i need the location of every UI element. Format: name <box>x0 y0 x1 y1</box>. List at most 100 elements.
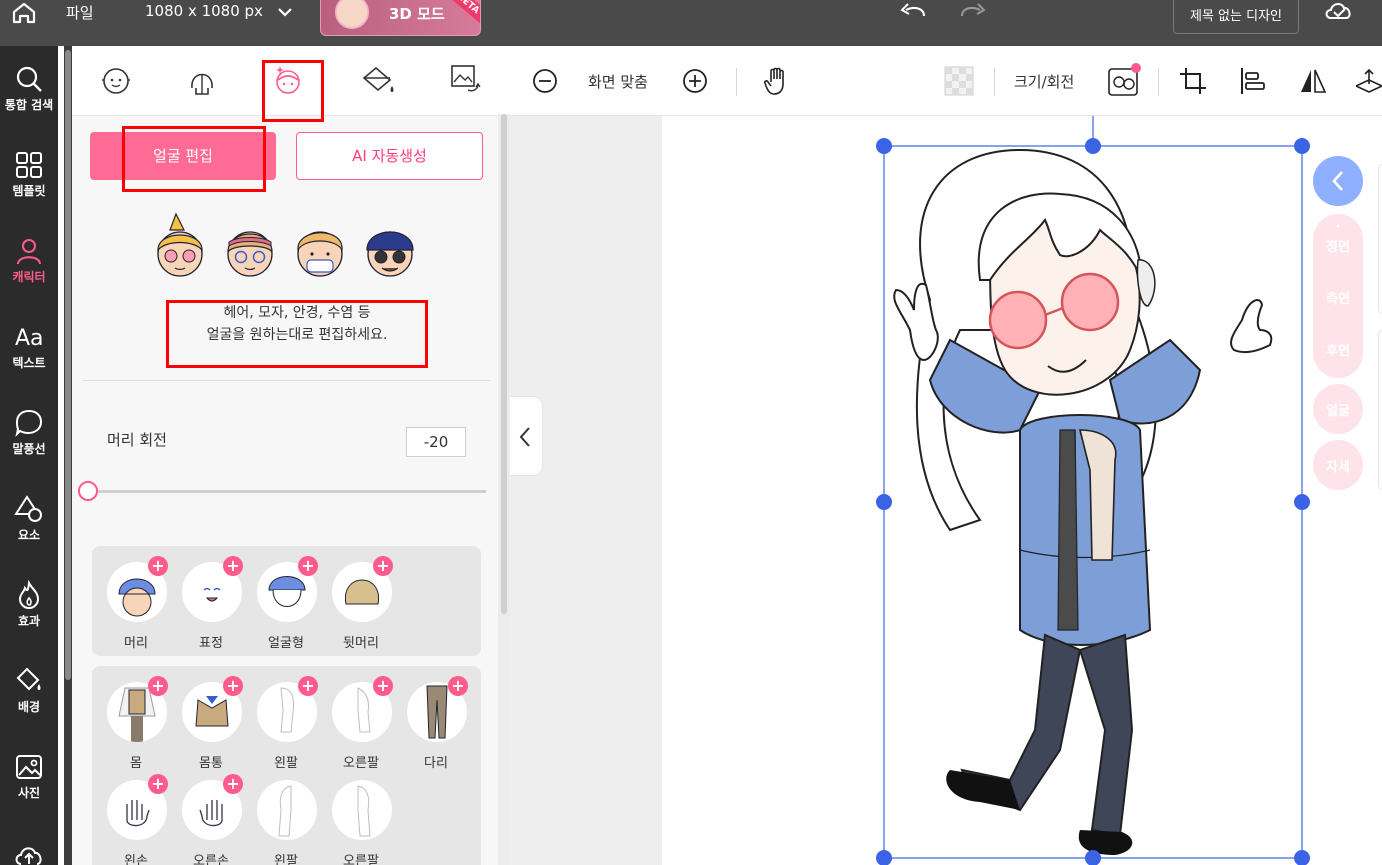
tab-face[interactable] <box>96 60 136 100</box>
part-label: 몸통 <box>199 756 223 771</box>
rail-label: 캐릭터 <box>12 270 46 284</box>
part-left-hand[interactable]: + 왼손 <box>104 774 168 865</box>
ai-generate-button[interactable]: AI 자동생성 <box>296 132 483 180</box>
head-rotation-slider[interactable] <box>88 490 486 493</box>
tab-image-swap[interactable] <box>444 60 484 100</box>
rail-label: 사진 <box>17 786 41 800</box>
part-label: 얼굴형 <box>268 636 304 651</box>
rail-label: 효과 <box>17 614 41 628</box>
grid-icon <box>16 152 42 178</box>
rail-item-text[interactable]: Aa 텍스트 <box>0 322 58 392</box>
head-rotation-slider-handle[interactable] <box>78 481 98 501</box>
upload-cloud-icon[interactable] <box>13 842 45 865</box>
head-rotation-input[interactable]: -20 <box>406 427 466 457</box>
rail-label: 텍스트 <box>12 356 46 370</box>
panel-scrollbar[interactable] <box>498 114 510 865</box>
part-body[interactable]: + 몸 <box>104 676 168 772</box>
document-title-button[interactable]: 제목 없는 디자인 <box>1173 0 1299 34</box>
active-dot: • <box>1335 222 1341 231</box>
add-icon[interactable]: + <box>148 774 168 794</box>
collapse-panel-button[interactable] <box>510 396 543 476</box>
rail-item-effects[interactable]: 효과 <box>0 580 58 650</box>
part-label: 오른팔 <box>343 756 379 771</box>
add-icon[interactable]: + <box>373 676 393 696</box>
character-swap-icon[interactable] <box>1106 62 1142 98</box>
part-right-hand[interactable]: + 오른손 <box>179 774 243 865</box>
face-preset-illustration <box>150 210 420 282</box>
part-face-shape[interactable]: + 얼굴형 <box>254 556 318 652</box>
side-card <box>1378 330 1382 490</box>
rail-item-templates[interactable]: 템플릿 <box>0 150 58 220</box>
add-icon[interactable]: + <box>298 556 318 576</box>
add-icon[interactable]: + <box>448 676 468 696</box>
panel-scrollbar-thumb[interactable] <box>501 114 507 614</box>
add-icon[interactable]: + <box>148 556 168 576</box>
part-hair[interactable]: + 머리 <box>104 556 168 652</box>
flip-horizontal-icon[interactable] <box>1298 66 1328 96</box>
part-expression[interactable]: + 표정 <box>179 556 243 652</box>
rail-item-photo[interactable]: 사진 <box>0 752 58 822</box>
add-icon[interactable]: + <box>223 676 243 696</box>
3d-mode-button[interactable]: 3D 모드 BETA <box>320 0 481 36</box>
tab-hair-back[interactable] <box>182 60 222 100</box>
part-label: 왼팔 <box>274 854 298 865</box>
shapes-icon <box>14 495 42 522</box>
head-parts-group: + 머리 + 표정 + 얼굴형 + 뒷머리 <box>92 546 481 656</box>
chevron-down-icon[interactable] <box>276 4 294 20</box>
redo-icon[interactable] <box>958 0 988 24</box>
view-front-option[interactable]: 정면 <box>1313 236 1363 255</box>
add-icon[interactable]: + <box>223 774 243 794</box>
highlight-box-tab <box>262 60 324 122</box>
part-left-arm[interactable]: + 왼팔 <box>254 676 318 772</box>
part-label: 몸 <box>130 756 142 771</box>
part-label: 왼팔 <box>274 756 298 771</box>
part-label: 다리 <box>424 756 448 771</box>
file-menu[interactable]: 파일 <box>66 2 94 23</box>
part-legs[interactable]: + 다리 <box>404 676 468 772</box>
view-back-option[interactable]: 후면 <box>1313 340 1363 359</box>
rail-label: 말풍선 <box>12 442 46 456</box>
crop-icon[interactable] <box>1178 66 1208 96</box>
transparency-icon[interactable] <box>944 66 974 96</box>
part-back-hair[interactable]: + 뒷머리 <box>329 556 393 652</box>
character-panel: 얼굴 편집 AI 자동생성 헤어, 모자, 안경, 수염 등 얼굴을 원하는대로… <box>72 46 510 865</box>
selection-box[interactable] <box>870 110 1320 865</box>
size-rotate-button[interactable]: 크기/회전 <box>1014 71 1074 92</box>
part-right-arm[interactable]: + 오른팔 <box>329 676 393 772</box>
undo-icon[interactable] <box>898 0 928 24</box>
rail-item-elements[interactable]: 요소 <box>0 494 58 564</box>
rail-item-character[interactable]: 캐릭터 <box>0 236 58 306</box>
rail-item-search[interactable]: 통합 검색 <box>0 64 58 134</box>
zoom-in-icon[interactable] <box>682 68 708 94</box>
align-left-icon[interactable] <box>1238 66 1268 96</box>
canvas-size-menu[interactable]: 1080 x 1080 px <box>145 2 263 20</box>
view-side-option[interactable]: 측면 <box>1313 288 1363 307</box>
zoom-out-icon[interactable] <box>532 68 558 94</box>
rail-scrollbar[interactable] <box>64 46 72 865</box>
left-arm-2-icon <box>278 785 292 837</box>
party-hat-face-icon <box>157 212 203 277</box>
part-left-arm-2[interactable]: 왼팔 <box>254 780 318 865</box>
hand-pan-icon[interactable] <box>762 64 792 96</box>
add-icon[interactable]: + <box>223 556 243 576</box>
mask-face-icon <box>297 231 343 277</box>
rail-scrollbar-thumb[interactable] <box>65 50 71 680</box>
text-aa-icon: Aa <box>15 326 44 351</box>
add-icon[interactable]: + <box>298 676 318 696</box>
rail-item-background[interactable]: 배경 <box>0 666 58 736</box>
side-card <box>1378 164 1382 314</box>
right-arm-2-icon <box>357 785 371 837</box>
home-icon[interactable] <box>6 0 42 28</box>
layer-order-icon[interactable] <box>1356 66 1382 96</box>
side-back-button[interactable] <box>1313 156 1363 206</box>
rail-item-speech-bubble[interactable]: 말풍선 <box>0 408 58 478</box>
person-icon <box>17 239 41 265</box>
fit-screen-button[interactable]: 화면 맞춤 <box>588 71 648 92</box>
part-right-arm-2[interactable]: 오른팔 <box>329 780 393 865</box>
add-icon[interactable]: + <box>373 556 393 576</box>
add-icon[interactable]: + <box>148 676 168 696</box>
part-torso[interactable]: + 몸통 <box>179 676 243 772</box>
top-bar: 파일 1080 x 1080 px 3D 모드 BETA 제목 없는 디자인 <box>0 0 1382 46</box>
tab-color-fill[interactable] <box>358 60 398 100</box>
cloud-save-icon[interactable] <box>1322 0 1356 24</box>
